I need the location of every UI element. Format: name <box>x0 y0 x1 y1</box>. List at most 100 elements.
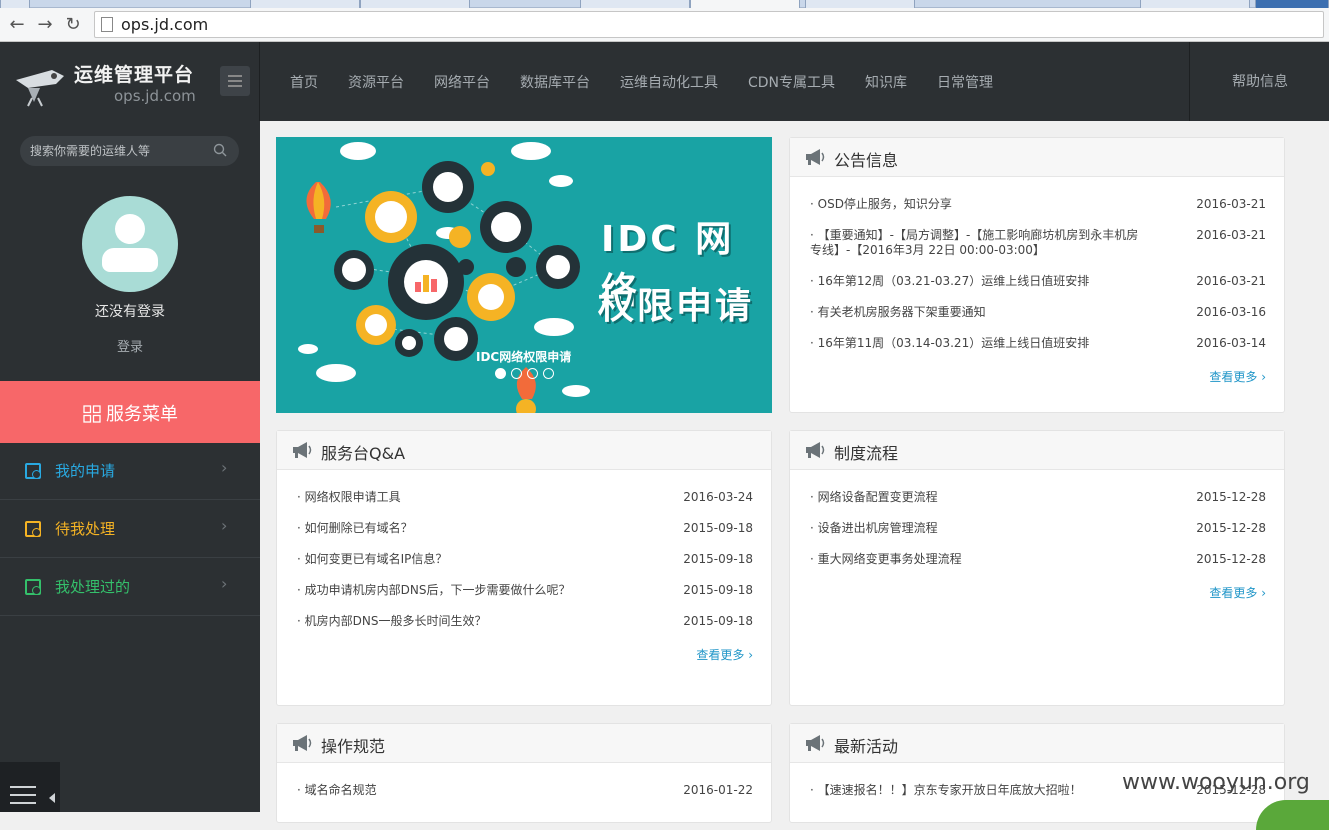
menu-toggle-button[interactable] <box>220 66 250 96</box>
list-item-title[interactable]: · 成功申请机房内部DNS后，下一步需要做什么呢？ <box>297 583 637 598</box>
panel-header: 制度流程 <box>790 431 1284 470</box>
megaphone-icon <box>806 735 825 751</box>
list-item-date: 2016-01-22 <box>683 783 753 797</box>
logo-icon[interactable] <box>14 58 66 108</box>
browser-toolbar: ← → ↻ ops.jd.com <box>0 8 1329 42</box>
grid-icon <box>83 405 101 423</box>
list-item-title[interactable]: · 网络权限申请工具 <box>297 490 637 505</box>
help-link[interactable]: 帮助信息 <box>1232 71 1288 91</box>
ops-spec-panel: 操作规范 · 域名命名规范 2016-01-22 <box>276 723 772 823</box>
nav-item-database[interactable]: 数据库平台 <box>520 72 590 92</box>
service-menu-header[interactable]: 服务菜单 <box>0 381 260 443</box>
list-item-title[interactable]: · 设备进出机房管理流程 <box>810 521 1150 536</box>
list-item[interactable]: · 机房内部DNS一般多长时间生效？ 2015-09-18 <box>277 612 771 643</box>
reload-button[interactable]: ↻ <box>62 14 84 36</box>
help-area: 帮助信息 <box>1189 42 1329 121</box>
carousel-dot[interactable] <box>511 368 522 379</box>
sidebar-item-my-requests[interactable]: 我的申请 › <box>0 443 260 500</box>
list-item-title[interactable]: · OSD停止服务，知识分享 <box>810 197 1150 212</box>
list-item[interactable]: · 域名命名规范 2016-01-22 <box>277 781 771 812</box>
megaphone-icon <box>293 442 312 458</box>
sidebar-collapse-button[interactable] <box>0 762 60 812</box>
nav-item-daily[interactable]: 日常管理 <box>937 72 993 92</box>
qa-list: · 网络权限申请工具 2016-03-24 · 如何删除已有域名？ 2015-09-… <box>277 488 771 643</box>
list-item[interactable]: · 有关老机房服务器下架重要通知 2016-03-16 <box>790 303 1284 334</box>
list-item[interactable]: · 网络设备配置变更流程 2015-12-28 <box>790 488 1284 519</box>
panel-title: 制度流程 <box>834 444 899 463</box>
list-item-date: 2015-09-18 <box>683 552 753 566</box>
view-more-link[interactable]: 查看更多 › <box>696 646 753 663</box>
list-item-date: 2016-03-24 <box>683 490 753 504</box>
view-more-label: 查看更多 <box>696 648 745 662</box>
nav-item-knowledge[interactable]: 知识库 <box>865 72 907 92</box>
list-item-title[interactable]: · 【速速报名！！】京东专家开放日年底放大招啦！ <box>810 783 1150 798</box>
url-text[interactable]: ops.jd.com <box>121 15 208 34</box>
browser-tab[interactable] <box>805 0 915 8</box>
sidebar-item-label: 我处理过的 <box>55 578 131 596</box>
list-item-title[interactable]: · 如何变更已有域名IP信息？ <box>297 552 637 567</box>
address-bar[interactable]: ops.jd.com <box>94 11 1324 38</box>
list-item-title[interactable]: · 16年第11周（03.14-03.21）运维上线日值班安排 <box>810 336 1150 351</box>
list-item[interactable]: · 网络权限申请工具 2016-03-24 <box>277 488 771 519</box>
list-item[interactable]: · 设备进出机房管理流程 2015-12-28 <box>790 519 1284 550</box>
avatar-body-shape <box>102 248 158 272</box>
banner-carousel[interactable]: IDC 网络 权限申请 IDC网络权限申请 <box>276 137 772 413</box>
list-item[interactable]: · 如何删除已有域名？ 2015-09-18 <box>277 519 771 550</box>
list-item-title[interactable]: · 如何删除已有域名？ <box>297 521 637 536</box>
logo-area: 运维管理平台 ops.jd.com <box>0 42 260 121</box>
qa-panel: 服务台Q&A · 网络权限申请工具 2016-03-24 · 如何删除已有域名？ 2… <box>276 430 772 706</box>
banner-caption: IDC网络权限申请 <box>476 350 572 364</box>
list-item-title[interactable]: · 网络设备配置变更流程 <box>810 490 1150 505</box>
back-button[interactable]: ← <box>6 14 28 36</box>
search-input[interactable] <box>30 136 210 166</box>
list-item[interactable]: · 如何变更已有域名IP信息？ 2015-09-18 <box>277 550 771 581</box>
view-more-link[interactable]: 查看更多 › <box>1209 368 1266 385</box>
sidebar: 还没有登录 登录 服务菜单 我的申请 › 待我处理 › 我处理过的 › <box>0 121 260 812</box>
window-controls[interactable] <box>1255 0 1329 8</box>
list-item-title[interactable]: · 机房内部DNS一般多长时间生效？ <box>297 614 637 629</box>
list-item[interactable]: · 16年第11周（03.14-03.21）运维上线日值班安排 2016-03-1… <box>790 334 1284 365</box>
sidebar-item-pending[interactable]: 待我处理 › <box>0 501 260 558</box>
list-item-title[interactable]: · 域名命名规范 <box>297 783 637 798</box>
nav-item-cdn[interactable]: CDN专属工具 <box>748 72 835 92</box>
list-item-title[interactable]: · 有关老机房服务器下架重要通知 <box>810 305 1150 320</box>
list-item[interactable]: · 成功申请机房内部DNS后，下一步需要做什么呢？ 2015-09-18 <box>277 581 771 612</box>
carousel-dot[interactable] <box>543 368 554 379</box>
list-item[interactable]: · 【重要通知】-【局方调整】-【施工影响廊坊机房到永丰机房专线】-【2016年… <box>790 226 1284 272</box>
panel-title: 操作规范 <box>321 737 386 756</box>
search-icon[interactable] <box>213 143 227 157</box>
hamburger-line <box>10 786 36 788</box>
browser-tab[interactable] <box>0 0 30 8</box>
document-icon <box>25 463 41 479</box>
browser-tab[interactable] <box>250 0 360 8</box>
nav-item-home[interactable]: 首页 <box>290 72 318 92</box>
browser-tab-active[interactable] <box>690 0 800 8</box>
login-link[interactable]: 登录 <box>0 336 260 355</box>
list-item-date: 2015-12-28 <box>1196 490 1266 504</box>
process-panel: 制度流程 · 网络设备配置变更流程 2015-12-28 · 设备进出机房管理流程… <box>789 430 1285 706</box>
list-item[interactable]: · OSD停止服务，知识分享 2016-03-21 <box>790 195 1284 226</box>
list-item[interactable]: · 重大网络变更事务处理流程 2015-12-28 <box>790 550 1284 581</box>
process-list: · 网络设备配置变更流程 2015-12-28 · 设备进出机房管理流程 2015-… <box>790 488 1284 581</box>
view-more-link[interactable]: 查看更多 › <box>1209 584 1266 601</box>
login-status: 还没有登录 <box>95 304 165 320</box>
nav-item-network[interactable]: 网络平台 <box>434 72 490 92</box>
browser-tab[interactable] <box>360 0 470 8</box>
carousel-dot[interactable] <box>527 368 538 379</box>
nav-item-resources[interactable]: 资源平台 <box>348 72 404 92</box>
avatar <box>82 196 178 292</box>
hamburger-line <box>10 794 36 796</box>
forward-button[interactable]: → <box>34 14 56 36</box>
sidebar-item-processed[interactable]: 我处理过的 › <box>0 559 260 616</box>
browser-tab[interactable] <box>580 0 690 8</box>
list-item-title[interactable]: · 16年第12周（03.21-03.27）运维上线日值班安排 <box>810 274 1150 289</box>
list-item-title[interactable]: · 【重要通知】-【局方调整】-【施工影响廊坊机房到永丰机房专线】-【2016年… <box>810 228 1150 258</box>
carousel-dot-active[interactable] <box>495 368 506 379</box>
panel-title: 服务台Q&A <box>321 444 406 463</box>
nav-item-automation[interactable]: 运维自动化工具 <box>620 72 718 92</box>
browser-tab[interactable] <box>1140 0 1250 8</box>
list-item[interactable]: · 16年第12周（03.21-03.27）运维上线日值班安排 2016-03-2… <box>790 272 1284 303</box>
list-item-title[interactable]: · 重大网络变更事务处理流程 <box>810 552 1150 567</box>
carousel-dots <box>495 368 555 380</box>
list-item-date: 2016-03-16 <box>1196 305 1266 319</box>
